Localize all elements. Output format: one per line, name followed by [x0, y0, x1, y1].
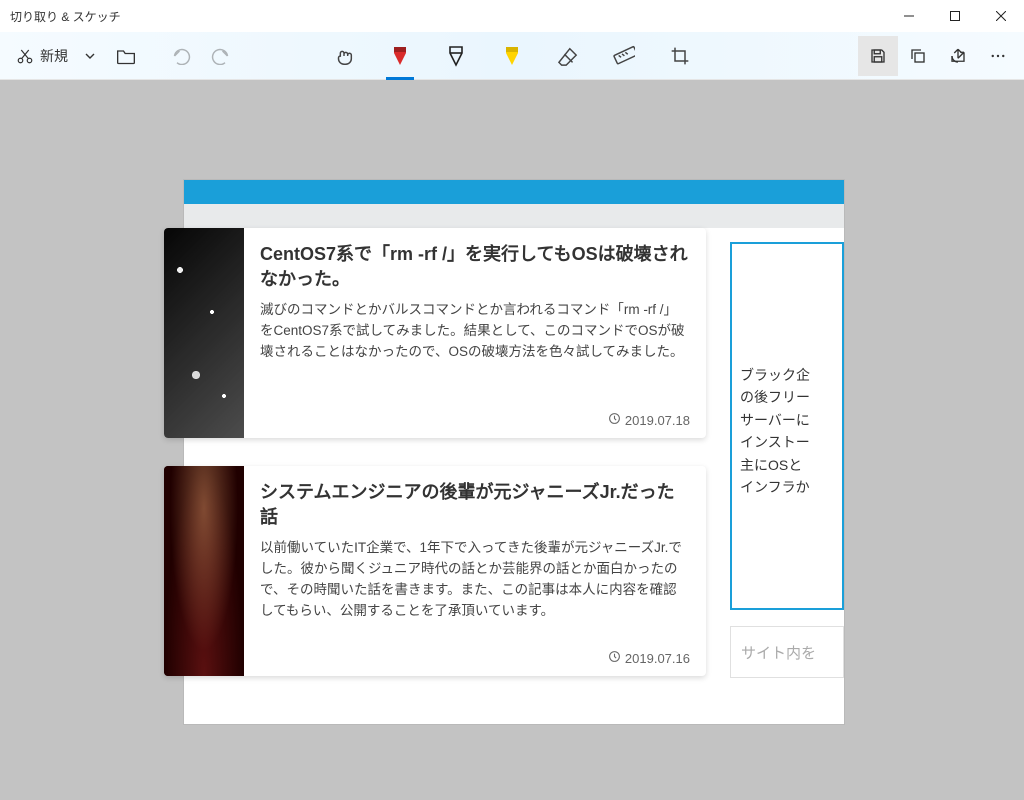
- captured-screenshot: CentOS7系で「rm -rf /」を実行してもOSは破壊されなかった。 滅び…: [184, 180, 844, 724]
- close-button[interactable]: [978, 0, 1024, 32]
- article-date: 2019.07.18: [608, 412, 690, 428]
- article-title: CentOS7系で「rm -rf /」を実行してもOSは破壊されなかった。: [260, 242, 690, 292]
- titlebar: 切り取り & スケッチ: [0, 0, 1024, 32]
- window-title: 切り取り & スケッチ: [10, 8, 121, 25]
- crop-tool[interactable]: [664, 36, 696, 76]
- article-date: 2019.07.16: [608, 650, 690, 666]
- new-snip-label: 新規: [40, 46, 68, 66]
- share-button[interactable]: [938, 36, 978, 76]
- touch-writing-tool[interactable]: [328, 36, 360, 76]
- more-button[interactable]: [978, 36, 1018, 76]
- eraser-tool[interactable]: [552, 36, 584, 76]
- history-controls: [172, 47, 230, 65]
- new-snip-button[interactable]: 新規: [8, 38, 76, 74]
- clock-icon: [608, 650, 621, 666]
- article-title: システムエンジニアの後輩が元ジャニーズJr.だった話: [260, 480, 690, 530]
- minimize-button[interactable]: [886, 0, 932, 32]
- profile-text: ブラック企 の後フリー サーバーに インストー 主にOSと インフラか: [740, 364, 834, 498]
- search-placeholder: サイト内を: [741, 642, 816, 663]
- redo-button[interactable]: [210, 47, 230, 65]
- article-excerpt: 以前働いていたIT企業で、1年下で入ってきた後輩が元ジャニーズJr.でした。彼か…: [260, 538, 690, 622]
- ruler-tool[interactable]: [608, 36, 640, 76]
- ballpoint-pen-tool[interactable]: [384, 36, 416, 76]
- page-header-bar: [184, 180, 844, 204]
- window-controls: [886, 0, 1024, 32]
- toolbar: 新規: [0, 32, 1024, 80]
- snip-icon: [16, 47, 34, 65]
- undo-button[interactable]: [172, 47, 192, 65]
- highlighter-tool[interactable]: [496, 36, 528, 76]
- profile-box: ブラック企 の後フリー サーバーに インストー 主にOSと インフラか: [730, 242, 844, 610]
- article-card: CentOS7系で「rm -rf /」を実行してもOSは破壊されなかった。 滅び…: [164, 228, 706, 438]
- article-excerpt: 滅びのコマンドとかバルスコマンドとか言われるコマンド「rm -rf /」 をCe…: [260, 300, 690, 363]
- copy-button[interactable]: [898, 36, 938, 76]
- canvas-area[interactable]: CentOS7系で「rm -rf /」を実行してもOSは破壊されなかった。 滅び…: [0, 80, 1024, 800]
- article-thumbnail: [164, 228, 244, 438]
- save-button[interactable]: [858, 36, 898, 76]
- site-search-box: サイト内を: [730, 626, 844, 678]
- pencil-tool[interactable]: [440, 36, 472, 76]
- clock-icon: [608, 412, 621, 428]
- maximize-button[interactable]: [932, 0, 978, 32]
- new-snip-dropdown[interactable]: [76, 38, 104, 74]
- open-file-button[interactable]: [108, 38, 144, 74]
- article-card: システムエンジニアの後輩が元ジャニーズJr.だった話 以前働いていたIT企業で、…: [164, 466, 706, 676]
- page-subheader: [184, 204, 844, 228]
- article-thumbnail: [164, 466, 244, 676]
